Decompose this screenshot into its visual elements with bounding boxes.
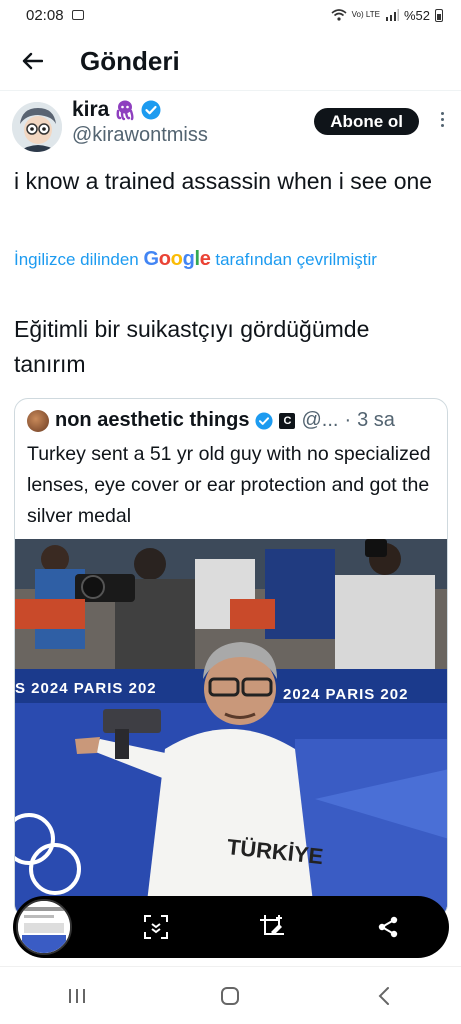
status-indicators: Vo) LTE %52	[331, 8, 443, 23]
olympic-shooter-photo: S 2024 PARIS 202 2024 PARIS 202 TÜRKİYE	[15, 539, 447, 917]
status-bar: 02:08 Vo) LTE %52	[0, 0, 461, 30]
edit-screenshot-button[interactable]	[252, 907, 292, 947]
author-avatar[interactable]	[12, 102, 62, 152]
battery-icon	[435, 8, 443, 22]
back-button[interactable]	[12, 41, 52, 81]
crop-edit-icon	[260, 915, 284, 935]
google-logo: Google	[143, 248, 211, 270]
recent-apps-icon	[68, 988, 85, 1003]
thumbnail-preview	[18, 901, 70, 953]
affiliate-badge-icon: C	[279, 412, 296, 429]
share-icon	[378, 916, 398, 938]
battery-percent: %52	[403, 7, 430, 23]
wifi-icon	[331, 9, 347, 21]
author-info: kira @kirawontmiss	[72, 98, 208, 147]
translated-text: Eğitimli bir suikastçıyı gördüğümde tanı…	[14, 316, 370, 377]
recent-apps-button[interactable]	[47, 976, 107, 1016]
follow-button[interactable]: Abone ol	[314, 108, 419, 135]
translate-suffix: tarafından çevrilmiştir	[215, 250, 377, 269]
quoted-tweet-text: Turkey sent a 51 yr old guy with no spec…	[27, 443, 431, 527]
avatar-illustration	[12, 102, 62, 152]
quoted-tweet-card[interactable]: non aesthetic things C @... · 3 sa Turke…	[14, 398, 448, 918]
scroll-capture-icon	[144, 915, 168, 939]
screenshot-toolbar	[13, 896, 449, 958]
screenshot-thumbnail[interactable]	[16, 899, 72, 955]
scroll-capture-button[interactable]	[136, 907, 176, 947]
share-button[interactable]	[368, 907, 408, 947]
back-nav-button[interactable]	[354, 976, 414, 1016]
author-handle[interactable]: @kirawontmiss	[72, 124, 208, 147]
octopus-emoji-icon	[116, 100, 134, 121]
home-button[interactable]	[200, 976, 260, 1016]
quoted-author-avatar	[27, 409, 49, 432]
system-navigation-bar	[0, 966, 461, 1024]
signal-icon	[385, 9, 399, 21]
chevron-left-icon	[378, 986, 390, 1005]
translation-note[interactable]: İngilizce dilinden Google tarafından çev…	[14, 245, 444, 274]
arrow-left-icon	[22, 52, 43, 70]
translate-prefix: İngilizce dilinden	[14, 250, 139, 269]
verified-badge-icon	[255, 411, 274, 430]
tweet-text: i know a trained assassin when i see one	[14, 168, 433, 194]
banner-text-right: 2024 PARIS 202	[283, 686, 408, 703]
header-divider	[0, 90, 461, 91]
quoted-tweet-header: non aesthetic things C @... · 3 sa	[27, 409, 437, 432]
gallery-notification-icon	[71, 10, 84, 20]
quoted-tweet-time: 3 sa	[357, 409, 395, 431]
quoted-author-handle: @...	[301, 409, 339, 431]
banner-text-left: S 2024 PARIS 202	[15, 680, 157, 697]
app-header: Gönderi	[0, 38, 461, 84]
network-type: Vo) LTE	[351, 10, 380, 19]
page-title: Gönderi	[80, 45, 180, 76]
status-time: 02:08	[26, 6, 64, 24]
home-icon	[221, 986, 240, 1005]
tweet-author-row: kira @kirawontmiss Abone ol	[12, 98, 449, 156]
quoted-tweet-image[interactable]: S 2024 PARIS 202 2024 PARIS 202 TÜRKİYE	[15, 539, 447, 917]
verified-badge-icon	[141, 100, 161, 120]
more-options-icon[interactable]	[441, 112, 445, 127]
quoted-author-name: non aesthetic things	[55, 409, 250, 431]
author-name-line: kira	[72, 98, 208, 122]
time-separator: ·	[344, 409, 352, 431]
author-display-name[interactable]: kira	[72, 98, 109, 122]
